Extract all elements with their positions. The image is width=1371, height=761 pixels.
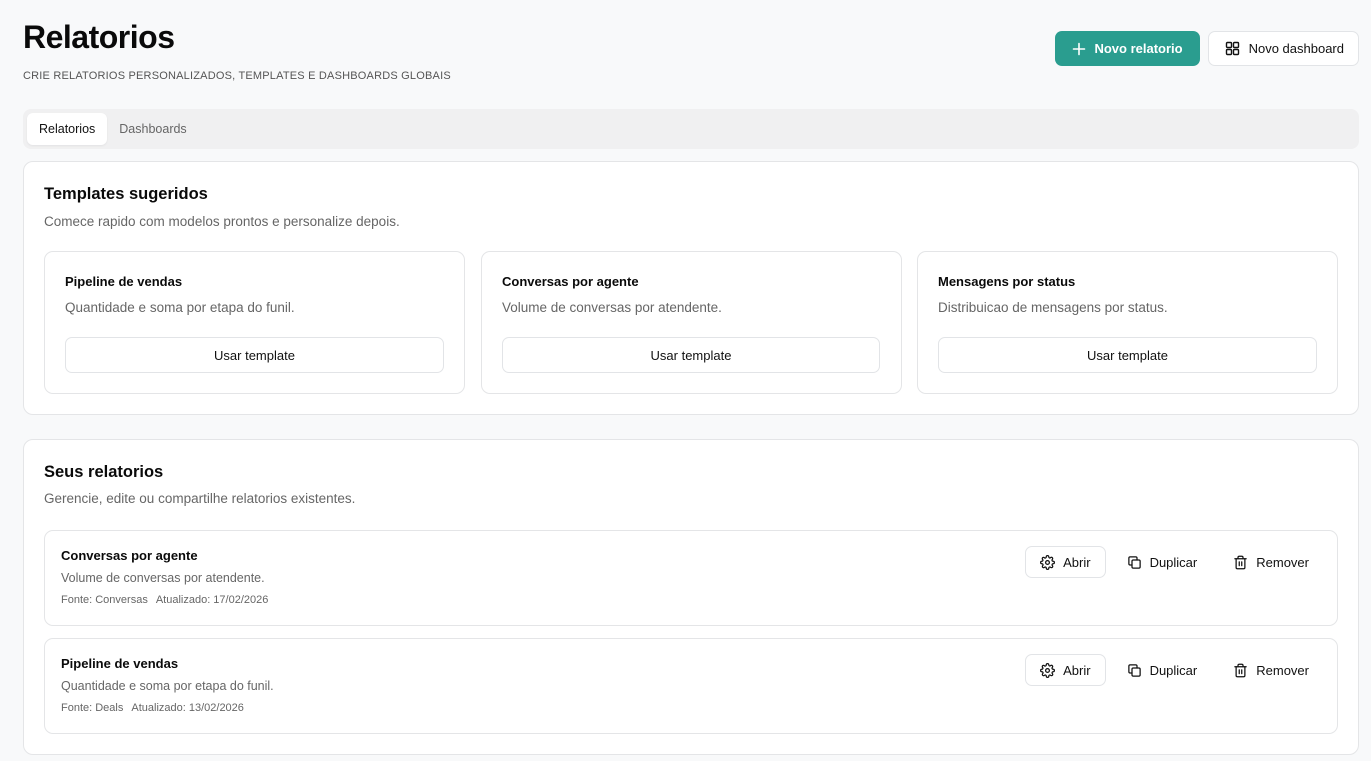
- copy-icon: [1127, 663, 1142, 678]
- use-template-button[interactable]: Usar template: [938, 337, 1317, 373]
- report-source: Fonte: Deals: [61, 702, 124, 714]
- template-description: Distribuicao de mensagens por status.: [938, 300, 1168, 315]
- page-subtitle: CRIE RELATORIOS PERSONALIZADOS, TEMPLATE…: [23, 70, 451, 82]
- use-template-button[interactable]: Usar template: [65, 337, 444, 373]
- template-card: Mensagens por status Distribuicao de men…: [917, 251, 1338, 394]
- trash-icon: [1233, 555, 1248, 570]
- report-row: Conversas por agente Volume de conversas…: [44, 530, 1338, 626]
- gear-icon: [1040, 662, 1056, 678]
- plus-icon: [1072, 42, 1086, 56]
- use-template-button[interactable]: Usar template: [502, 337, 880, 373]
- copy-icon: [1127, 555, 1142, 570]
- template-card: Pipeline de vendas Quantidade e soma por…: [44, 251, 465, 394]
- report-description: Volume de conversas por atendente.: [61, 571, 265, 585]
- template-title: Pipeline de vendas: [65, 274, 183, 289]
- template-card: Conversas por agente Volume de conversas…: [481, 251, 902, 394]
- duplicate-label: Duplicar: [1149, 554, 1198, 570]
- report-updated: Atualizado: 17/02/2026: [155, 594, 269, 606]
- tab-bar: Relatorios Dashboards: [23, 109, 1359, 149]
- duplicate-button[interactable]: Duplicar: [1112, 546, 1213, 578]
- open-label: Abrir: [1063, 554, 1091, 570]
- new-dashboard-button[interactable]: Novo dashboard: [1207, 31, 1359, 66]
- report-meta: Fonte: Deals Atualizado: 13/02/2026: [61, 702, 244, 714]
- report-description: Quantidade e soma por etapa do funil.: [61, 679, 274, 693]
- open-button[interactable]: Abrir: [1025, 546, 1106, 578]
- report-title: Conversas por agente: [61, 548, 198, 563]
- reports-section: Seus relatorios Gerencie, edite ou compa…: [23, 439, 1359, 755]
- template-description: Quantidade e soma por etapa do funil.: [65, 300, 295, 315]
- report-actions: Abrir Duplicar Remover: [1025, 546, 1324, 578]
- report-meta: Fonte: Conversas Atualizado: 17/02/2026: [61, 594, 268, 606]
- new-report-label: Novo relatorio: [1094, 41, 1183, 56]
- gear-icon: [1040, 554, 1056, 570]
- template-title: Mensagens por status: [938, 274, 1076, 289]
- trash-icon: [1233, 663, 1248, 678]
- page-title: Relatorios: [23, 19, 175, 55]
- new-dashboard-label: Novo dashboard: [1248, 41, 1344, 56]
- tab-relatorios[interactable]: Relatorios: [27, 113, 108, 145]
- templates-section: Templates sugeridos Comece rapido com mo…: [23, 161, 1359, 415]
- report-row: Pipeline de vendas Quantidade e soma por…: [44, 638, 1338, 734]
- remove-label: Remover: [1256, 662, 1309, 678]
- reports-description: Gerencie, edite ou compartilhe relatorio…: [44, 491, 356, 506]
- report-title: Pipeline de vendas: [61, 656, 179, 671]
- grid-icon: [1225, 41, 1240, 56]
- new-report-button[interactable]: Novo relatorio: [1055, 31, 1200, 66]
- report-source: Fonte: Conversas: [61, 594, 148, 606]
- remove-button[interactable]: Remover: [1218, 546, 1324, 578]
- tab-dashboards[interactable]: Dashboards: [107, 113, 198, 145]
- header-actions: Novo relatorio Novo dashboard: [1055, 31, 1359, 66]
- templates-description: Comece rapido com modelos prontos e pers…: [44, 214, 400, 229]
- open-label: Abrir: [1063, 662, 1091, 678]
- reports-title: Seus relatorios: [44, 463, 164, 481]
- templates-title: Templates sugeridos: [44, 185, 208, 203]
- duplicate-button[interactable]: Duplicar: [1112, 654, 1213, 686]
- page-header: Relatorios CRIE RELATORIOS PERSONALIZADO…: [23, 18, 451, 82]
- remove-label: Remover: [1256, 554, 1309, 570]
- remove-button[interactable]: Remover: [1218, 654, 1324, 686]
- template-title: Conversas por agente: [502, 274, 639, 289]
- open-button[interactable]: Abrir: [1025, 654, 1106, 686]
- report-updated: Atualizado: 13/02/2026: [131, 702, 244, 714]
- template-description: Volume de conversas por atendente.: [502, 300, 722, 315]
- report-actions: Abrir Duplicar Remover: [1025, 654, 1324, 686]
- duplicate-label: Duplicar: [1149, 662, 1198, 678]
